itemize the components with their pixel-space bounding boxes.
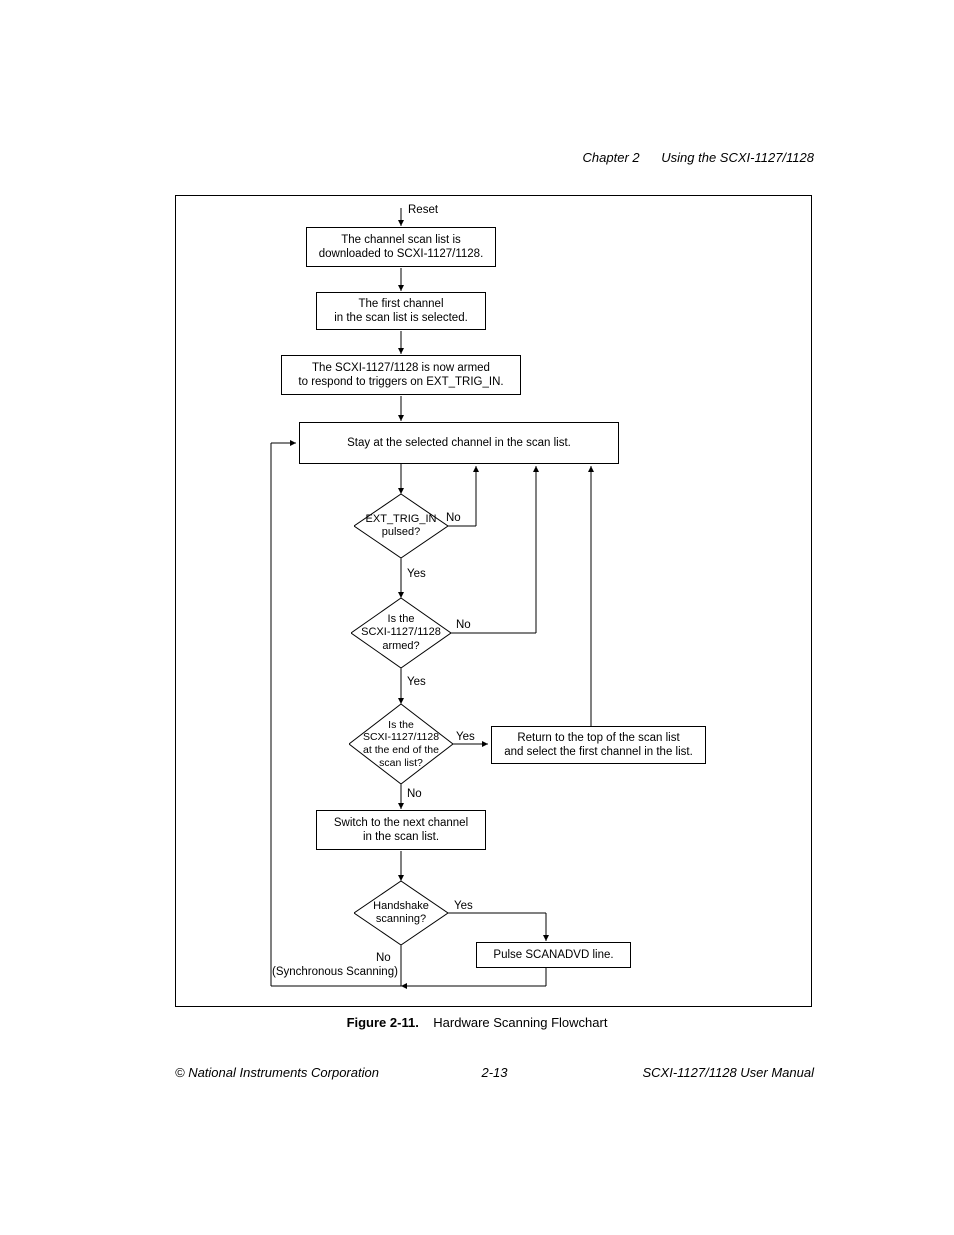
sync-label: (Synchronous Scanning) <box>272 966 398 978</box>
chapter-title: Using the SCXI-1127/1128 <box>661 150 814 165</box>
box-download-scan-list: The channel scan list is downloaded to S… <box>306 227 496 267</box>
box-armed: The SCXI-1127/1128 is now armed to respo… <box>281 355 521 395</box>
d2-yes: Yes <box>407 676 426 688</box>
box-return-top: Return to the top of the scan list and s… <box>491 726 706 764</box>
flowchart-frame: Reset The channel scan list is downloade… <box>175 195 812 1007</box>
box-switch-next: Switch to the next channel in the scan l… <box>316 810 486 850</box>
page-footer: © National Instruments Corporation 2-13 … <box>175 1065 814 1080</box>
d1-yes: Yes <box>407 568 426 580</box>
decision-armed: Is the SCXI-1127/1128 armed? <box>351 598 451 668</box>
flowchart-arrows <box>176 196 811 1006</box>
page-header: Chapter 2 Using the SCXI-1127/1128 <box>583 150 814 165</box>
decision-handshake: Handshake scanning? <box>354 881 448 945</box>
figure-number: Figure 2-11. <box>347 1015 419 1030</box>
d3-no: No <box>407 788 422 800</box>
box-stay: Stay at the selected channel in the scan… <box>299 422 619 464</box>
d2-no: No <box>456 619 471 631</box>
d3-yes: Yes <box>456 731 475 743</box>
footer-center: 2-13 <box>175 1065 814 1080</box>
d4-yes: Yes <box>454 900 473 912</box>
figure-title: Hardware Scanning Flowchart <box>433 1015 607 1030</box>
decision-ext-trig: EXT_TRIG_IN pulsed? <box>354 494 448 558</box>
chapter-label: Chapter 2 <box>583 150 640 165</box>
page: Chapter 2 Using the SCXI-1127/1128 <box>0 0 954 1235</box>
reset-label: Reset <box>408 204 438 216</box>
d1-no: No <box>446 512 461 524</box>
decision-end-of-list: Is the SCXI-1127/1128 at the end of the … <box>349 704 453 784</box>
d4-no: No <box>376 952 391 964</box>
box-pulse-scanadvd: Pulse SCANADVD line. <box>476 942 631 968</box>
box-first-channel: The first channel in the scan list is se… <box>316 292 486 330</box>
figure-caption: Figure 2-11. Hardware Scanning Flowchart <box>0 1015 954 1030</box>
